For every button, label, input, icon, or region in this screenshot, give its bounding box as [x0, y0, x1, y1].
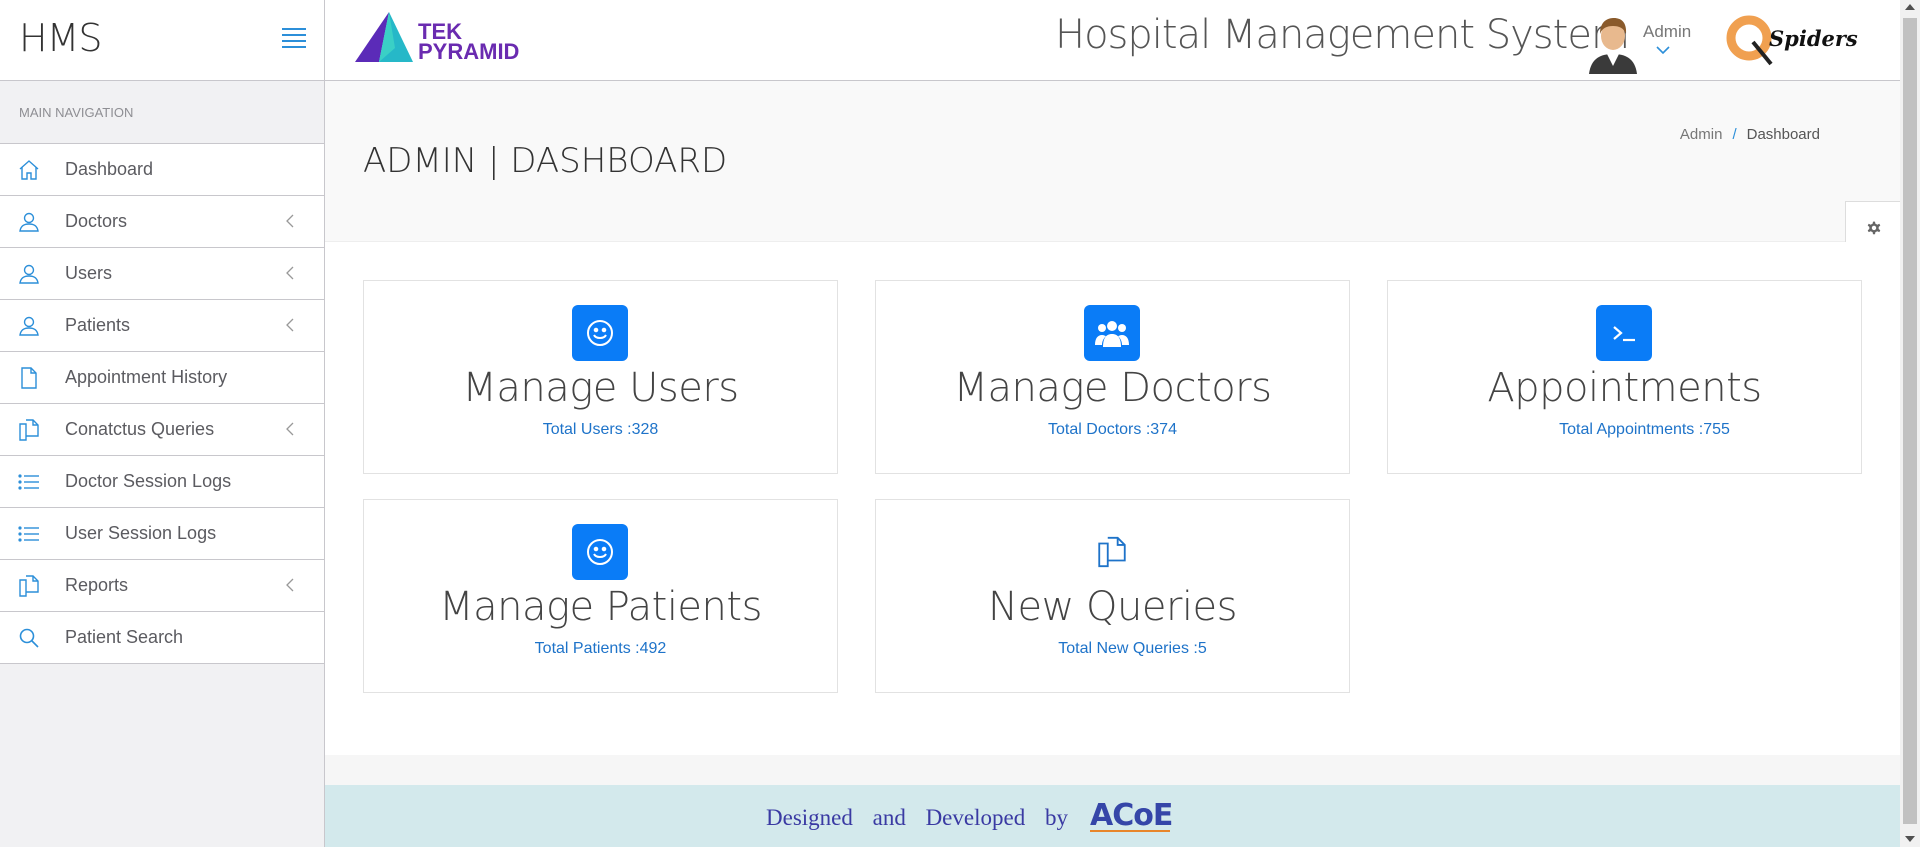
panel-manage-patients: Manage Patients Total Patients :492 [363, 499, 838, 693]
files-icon [19, 419, 39, 441]
sidebar-item-user-session-logs[interactable]: User Session Logs [0, 508, 324, 560]
user-icon [19, 212, 39, 232]
sidebar-item-dashboard[interactable]: Dashboard [0, 144, 324, 196]
page-header: ADMIN | DASHBOARD Admin / Dashboard [325, 81, 1901, 254]
panel-title: Manage Users [462, 365, 739, 411]
sidebar-item-doctor-session-logs[interactable]: Doctor Session Logs [0, 456, 324, 508]
chevron-down-icon[interactable] [1655, 45, 1671, 55]
sidebar-item-appointment-history[interactable]: Appointment History [0, 352, 324, 404]
total-users-link[interactable]: Total Users :328 [364, 421, 837, 439]
sidebar: HMS MAIN NAVIGATION Dashboard Doctors Us… [0, 0, 325, 847]
dashboard-content: Manage Users Total Users :328 Manage Doc… [325, 242, 1900, 755]
pyramid-logo-icon [355, 12, 413, 62]
top-bar: TEK PYRAMID Hospital Management System A… [325, 0, 1900, 81]
sidebar-item-users[interactable]: Users [0, 248, 324, 300]
acoe-underline-icon [1090, 830, 1170, 832]
files-icon [19, 575, 39, 597]
nav-list: Dashboard Doctors Users Patients Appoint… [0, 144, 324, 664]
sidebar-item-label: Conatctus Queries [65, 419, 215, 439]
brand-bar: HMS [0, 0, 324, 81]
panel-title: Manage Doctors [953, 365, 1272, 411]
user-icon [19, 264, 39, 284]
breadcrumb-item-dashboard: Dashboard [1746, 126, 1820, 143]
files-icon [1084, 524, 1140, 580]
sidebar-item-contactus-queries[interactable]: Conatctus Queries [0, 404, 324, 456]
menu-toggle-icon[interactable] [282, 28, 306, 48]
panel-manage-users: Manage Users Total Users :328 [363, 280, 838, 474]
sidebar-item-label: User Session Logs [65, 523, 217, 543]
sidebar-item-label: Patient Search [65, 627, 184, 647]
page-scrollbar[interactable] [1900, 0, 1920, 847]
scroll-down-icon[interactable] [1905, 836, 1915, 842]
chevron-left-icon [286, 266, 294, 280]
gear-icon [1867, 221, 1881, 235]
page-title: ADMIN | DASHBOARD [363, 141, 728, 181]
sidebar-item-doctors[interactable]: Doctors [0, 196, 324, 248]
breadcrumb: Admin / Dashboard [1680, 126, 1820, 143]
sidebar-item-label: Appointment History [65, 367, 228, 387]
nav-heading: MAIN NAVIGATION [0, 81, 324, 144]
system-title: Hospital Management System [1055, 12, 1630, 58]
home-icon [19, 160, 39, 180]
user-menu-name[interactable]: Admin [1643, 22, 1691, 42]
sidebar-item-patient-search[interactable]: Patient Search [0, 612, 324, 664]
footer-credit-text: Designed and Developed by [766, 805, 1068, 830]
panel-manage-doctors: Manage Doctors Total Doctors :374 [875, 280, 1350, 474]
logo-text-line2: PYRAMID [418, 39, 520, 64]
terminal-icon [1596, 305, 1652, 361]
file-icon [21, 367, 37, 389]
partner-logo-text: Spiders [1769, 26, 1858, 51]
search-icon [19, 628, 39, 648]
breadcrumb-item-admin[interactable]: Admin [1680, 126, 1723, 143]
chevron-left-icon [286, 578, 294, 592]
total-appointments-link[interactable]: Total Appointments :755 [1408, 421, 1881, 439]
panel-title: New Queries [988, 584, 1237, 630]
list-icon [18, 526, 39, 542]
chevron-left-icon [286, 422, 294, 436]
sidebar-item-patients[interactable]: Patients [0, 300, 324, 352]
chevron-left-icon [286, 318, 294, 332]
panel-new-queries: New Queries Total New Queries :5 [875, 499, 1350, 693]
sidebar-item-label: Dashboard [65, 159, 154, 179]
avatar[interactable] [1585, 12, 1641, 74]
sidebar-item-label: Reports [65, 575, 129, 595]
panel-title: Manage Patients [439, 584, 762, 630]
chevron-left-icon [286, 214, 294, 228]
acoe-logo: ACoE [1090, 798, 1173, 834]
qspiders-logo[interactable]: Spiders [1723, 14, 1858, 70]
app-name: HMS [19, 16, 102, 60]
list-icon [18, 474, 39, 490]
total-patients-link[interactable]: Total Patients :492 [364, 640, 837, 658]
breadcrumb-separator: / [1732, 126, 1737, 143]
sidebar-item-reports[interactable]: Reports [0, 560, 324, 612]
panel-title: Appointments [1487, 365, 1762, 411]
total-doctors-link[interactable]: Total Doctors :374 [876, 421, 1349, 439]
sidebar-item-label: Doctors [65, 211, 128, 231]
total-new-queries-link[interactable]: Total New Queries :5 [896, 640, 1369, 658]
smile-icon [572, 305, 628, 361]
footer: Designed and Developed by ACoE [325, 785, 1900, 847]
scroll-up-icon[interactable] [1905, 4, 1915, 10]
acoe-logo-text: ACoE [1090, 798, 1173, 833]
user-icon [19, 316, 39, 336]
sidebar-item-label: Doctor Session Logs [65, 471, 232, 491]
scrollbar-thumb[interactable] [1903, 18, 1917, 824]
sidebar-item-label: Patients [65, 315, 131, 335]
smile-icon [572, 524, 628, 580]
users-icon [1084, 305, 1140, 361]
footer-spacer [325, 755, 1900, 785]
tek-pyramid-logo[interactable]: TEK PYRAMID [355, 12, 540, 68]
sidebar-item-label: Users [65, 263, 113, 283]
panel-appointments: Appointments Total Appointments :755 [1387, 280, 1862, 474]
